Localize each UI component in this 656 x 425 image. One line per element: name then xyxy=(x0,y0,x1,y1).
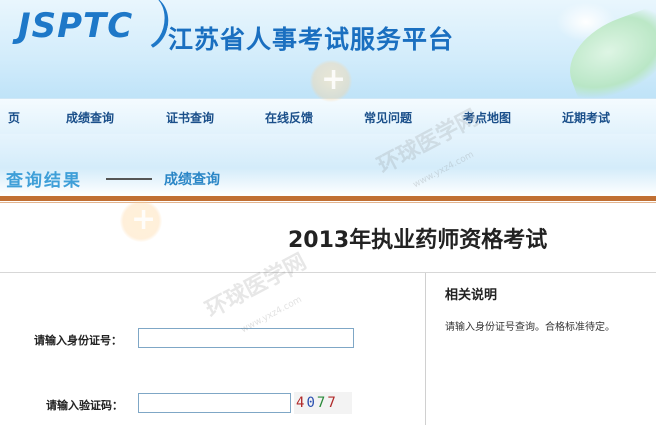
watermark-badge-icon xyxy=(120,200,162,242)
column-divider xyxy=(425,273,426,425)
accent-line xyxy=(0,202,656,203)
nav-item-score-query[interactable]: 成绩查询 xyxy=(66,109,114,126)
nav-item-feedback[interactable]: 在线反馈 xyxy=(265,109,313,126)
captcha-digit: 7 xyxy=(327,395,338,411)
nav-item-recent-exams[interactable]: 近期考试 xyxy=(562,109,610,126)
notes-text: 请输入身份证号查询。合格标准待定。 xyxy=(445,322,615,333)
site-logo[interactable]: JSPTC xyxy=(18,6,133,46)
id-number-input[interactable] xyxy=(138,328,354,348)
captcha-input[interactable] xyxy=(138,393,291,413)
nav-item-home[interactable]: 页 xyxy=(8,109,20,126)
logo-arc-decoration xyxy=(111,0,175,57)
main-nav: 页 成绩查询 证书查询 在线反馈 常见问题 考点地图 近期考试 xyxy=(0,98,656,135)
title-divider xyxy=(0,272,656,273)
accent-bar xyxy=(0,196,656,201)
notes-title: 相关说明 xyxy=(445,288,498,303)
watermark-text: 环球医学网 xyxy=(201,249,311,324)
page-title: 2013年执业药师资格考试 xyxy=(288,228,548,253)
captcha-label: 请输入验证码： xyxy=(46,399,123,412)
section-title: 查询结果 xyxy=(6,171,82,191)
captcha-digit: 4 xyxy=(296,395,307,411)
header-banner: JSPTC 江苏省人事考试服务平台 xyxy=(0,0,656,98)
nav-item-faq[interactable]: 常见问题 xyxy=(364,109,412,126)
breadcrumb-divider xyxy=(106,178,152,180)
nav-item-certificate-query[interactable]: 证书查询 xyxy=(166,109,214,126)
site-title: 江苏省人事考试服务平台 xyxy=(168,25,455,54)
subheader-bar xyxy=(0,134,656,196)
captcha-digit: 7 xyxy=(316,395,328,411)
nav-item-map[interactable]: 考点地图 xyxy=(463,109,511,126)
id-number-label: 请输入身份证号： xyxy=(34,334,122,347)
captcha-image[interactable]: 4077 xyxy=(294,392,352,414)
captcha-digit: 0 xyxy=(306,395,317,411)
breadcrumb: 成绩查询 xyxy=(164,172,220,188)
